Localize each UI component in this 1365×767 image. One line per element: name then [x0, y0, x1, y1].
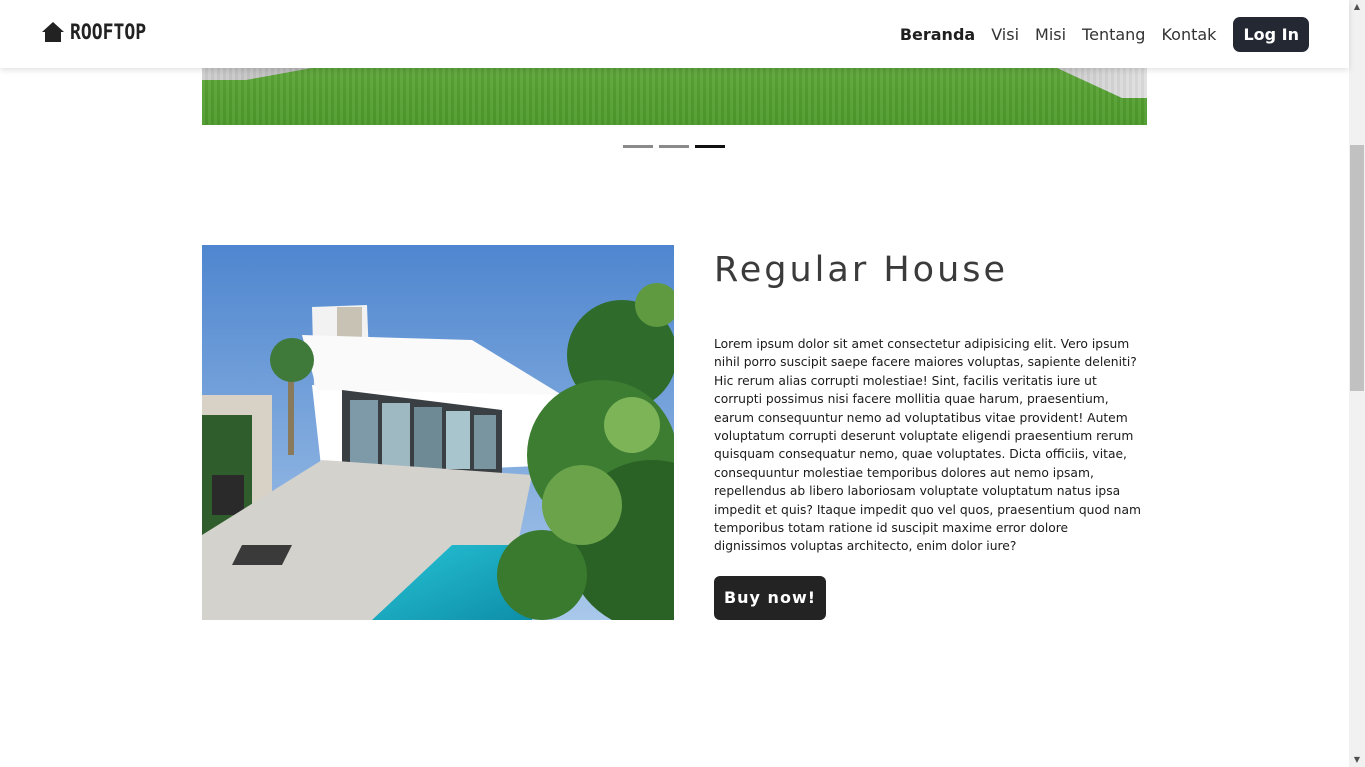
scroll-down-arrow-icon[interactable]: ▼ [1349, 753, 1365, 767]
login-button[interactable]: Log In [1233, 17, 1309, 52]
house-photo [202, 245, 674, 620]
product-title: Regular House [714, 250, 1009, 290]
lawn-texture [202, 68, 1147, 125]
brand-logo[interactable]: ROOFTOP [41, 20, 159, 44]
nav-link-misi[interactable]: Misi [1035, 18, 1066, 52]
carousel-slide-image [202, 68, 1147, 125]
product-description: Lorem ipsum dolor sit amet consectetur a… [714, 337, 1141, 554]
carousel-indicator-3[interactable] [695, 145, 725, 148]
main-nav: Beranda Visi Misi Tentang Kontak Log In [884, 17, 1309, 52]
page-scrollbar[interactable]: ▲ ▼ [1349, 0, 1365, 767]
carousel-indicators [623, 145, 731, 148]
house-icon [42, 22, 64, 42]
navbar: ROOFTOP Beranda Visi Misi Tentang Kontak… [0, 0, 1349, 68]
nav-link-kontak[interactable]: Kontak [1161, 18, 1216, 52]
scroll-thumb[interactable] [1350, 145, 1364, 391]
carousel-indicator-1[interactable] [623, 145, 653, 148]
buy-now-button[interactable]: Buy now! [714, 576, 826, 620]
brand-name: ROOFTOP [70, 20, 147, 44]
scroll-up-arrow-icon[interactable]: ▲ [1349, 0, 1365, 14]
nav-link-tentang[interactable]: Tentang [1082, 18, 1145, 52]
nav-link-beranda[interactable]: Beranda [900, 18, 975, 52]
nav-link-visi[interactable]: Visi [991, 18, 1019, 52]
carousel-indicator-2[interactable] [659, 145, 689, 148]
